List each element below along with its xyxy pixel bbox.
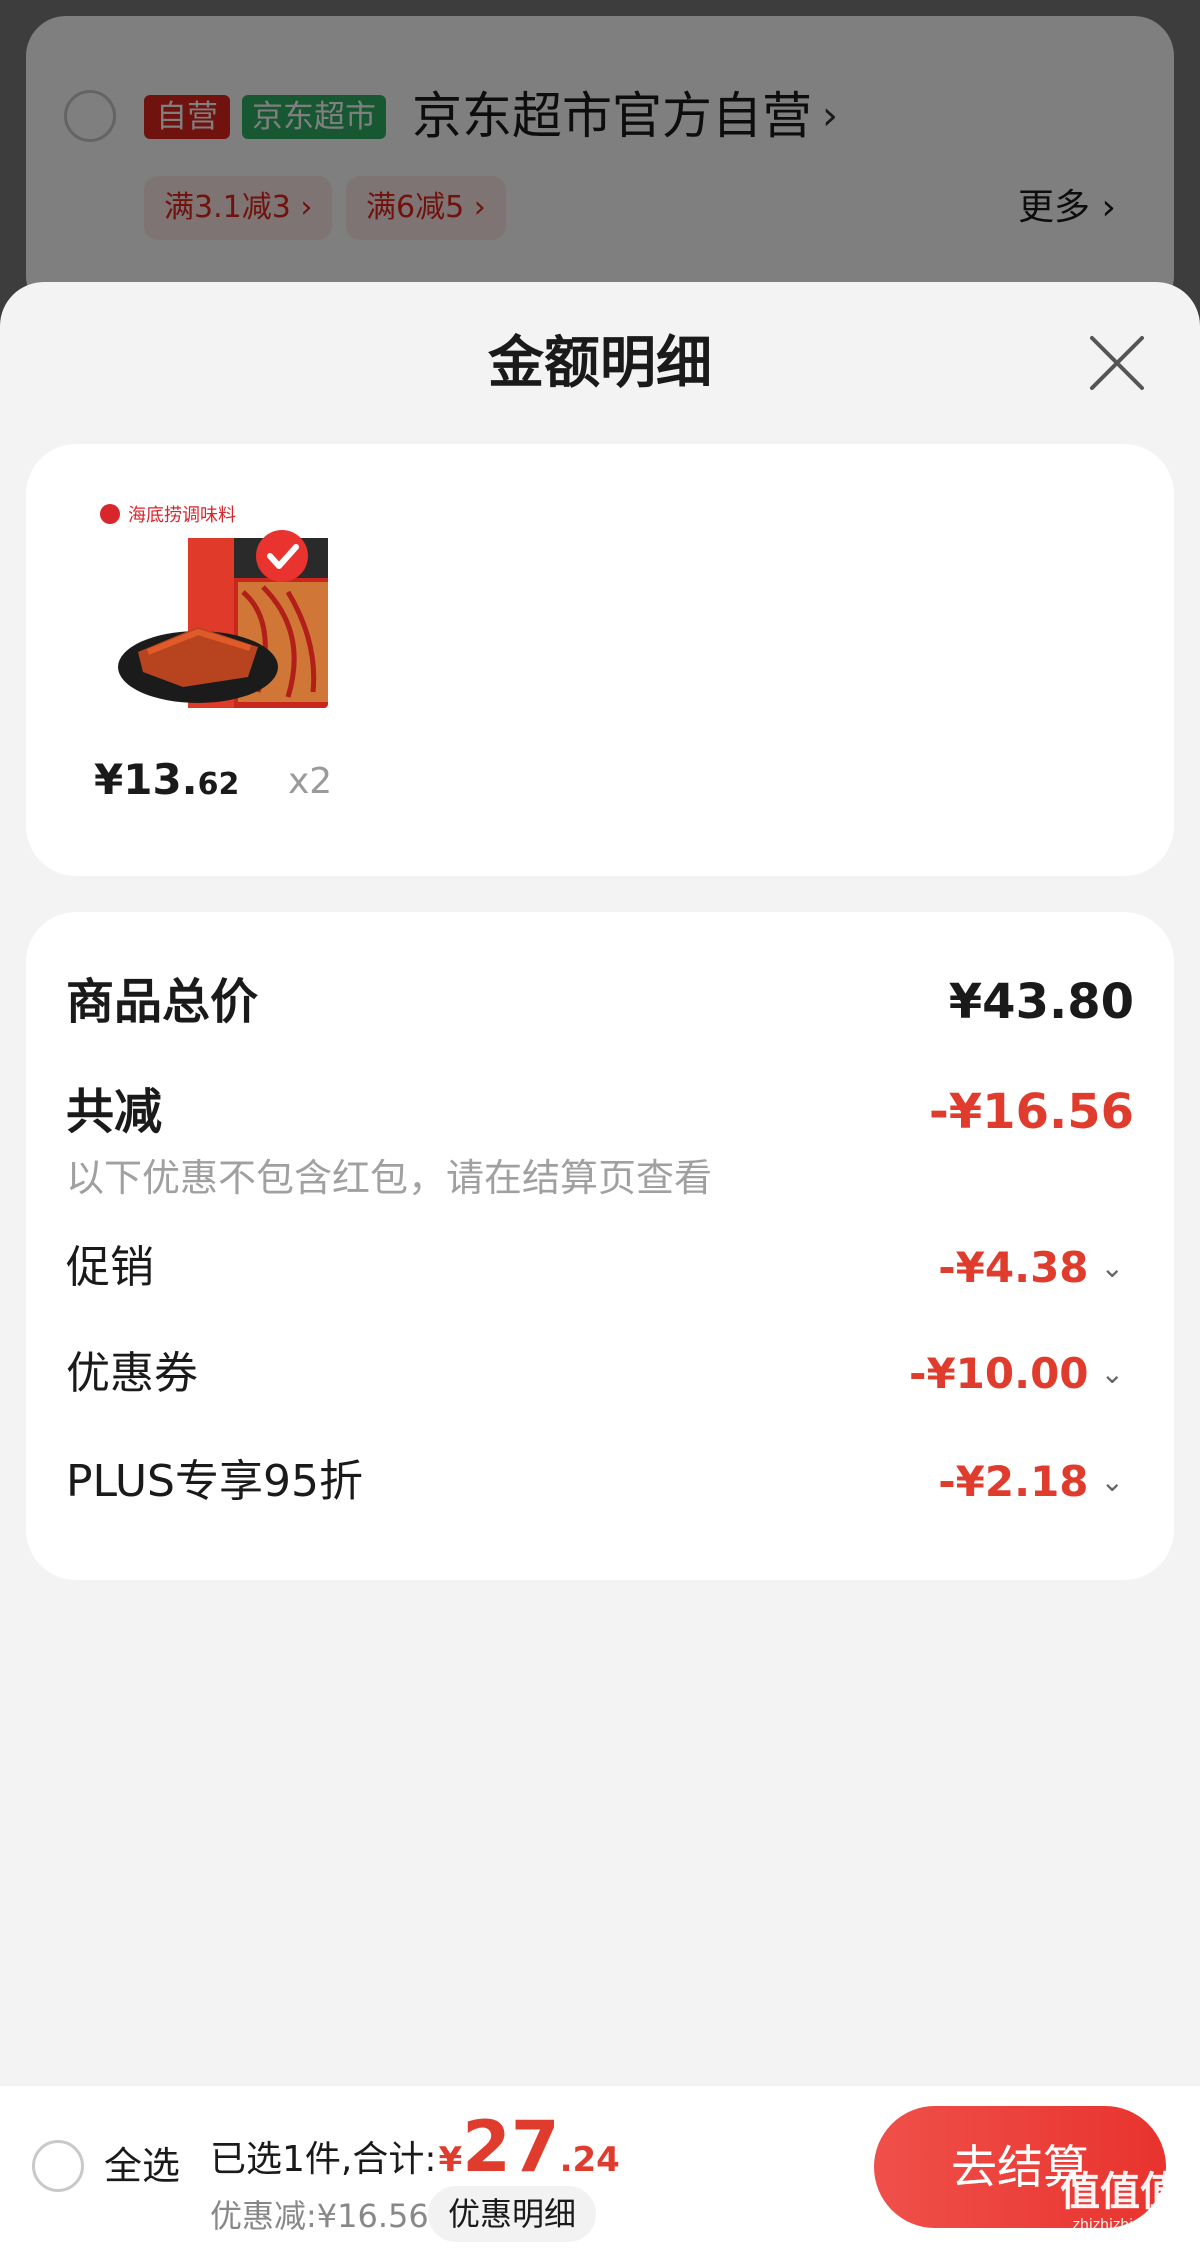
price-decimal: 62	[197, 767, 240, 802]
product-image-graphic: 海底捞调味料	[100, 504, 328, 708]
total-reduction-value: -¥16.56	[928, 1084, 1134, 1140]
product-quantity: x2	[288, 761, 333, 802]
selected-count-text: 已选1件,合计:	[210, 2139, 437, 2180]
discount-detail-button[interactable]: 优惠明细	[428, 2186, 597, 2242]
price-detail-card: 商品总价 ¥43.80 共减 -¥16.56 以下优惠不包含红包，请在结算页查看…	[26, 912, 1174, 1580]
total-currency: ¥	[438, 2140, 463, 2180]
site-watermark: 值值值 zhizhizhi.com	[1050, 2168, 1190, 2238]
page: 自营 京东超市 京东超市官方自营 › 满3.1减3 › 满6减5 › 更多 › …	[0, 0, 1200, 2248]
chevron-down-icon: ⌄	[1100, 1465, 1124, 1498]
chevron-down-icon: ⌄	[1100, 1251, 1124, 1284]
checkout-bar: 全选 已选1件,合计: ¥ 27 .24 优惠减:¥16.56 优惠明细 去结算	[0, 2086, 1200, 2248]
discount-value-plus: -¥2.18	[938, 1457, 1089, 1506]
select-all-label[interactable]: 全选	[104, 2140, 180, 2192]
discount-label-coupon: 优惠券	[66, 1348, 198, 1399]
discount-row-plus[interactable]: -¥2.18 ⌄	[938, 1452, 1124, 1512]
product-card: 海底捞调味料 ¥13.62 x2	[26, 444, 1174, 876]
reduction-note: 以下优惠不包含红包，请在结算页查看	[66, 1156, 713, 1200]
total-price-label: 商品总价	[66, 974, 259, 1030]
discount-row-coupon[interactable]: -¥10.00 ⌄	[909, 1344, 1124, 1404]
discount-summary: 优惠减:¥16.56	[210, 2197, 429, 2235]
brand-on-pack: 海底捞调味料	[128, 505, 236, 526]
discount-value-promotion: -¥4.38	[938, 1243, 1089, 1292]
discount-row-promotion[interactable]: -¥4.38 ⌄	[938, 1238, 1124, 1298]
total-decimal: .24	[559, 2140, 620, 2180]
watermark-text: 值值值	[1060, 2169, 1180, 2215]
chevron-down-icon: ⌄	[1100, 1357, 1124, 1390]
close-icon	[1090, 336, 1144, 390]
total-price-value: ¥43.80	[948, 974, 1134, 1030]
discount-value-coupon: -¥10.00	[909, 1349, 1089, 1398]
total-reduction-label: 共减	[66, 1084, 163, 1140]
discount-label-plus: PLUS专享95折	[66, 1456, 363, 1507]
close-button[interactable]	[1088, 334, 1146, 392]
amount-detail-sheet: 金额明细 海底捞调味料 ¥13.62 x2 商品总价 ¥43.80 共减 -¥1…	[0, 282, 1200, 2248]
select-all-radio[interactable]	[32, 2140, 84, 2192]
product-image[interactable]: 海底捞调味料	[88, 492, 338, 712]
selected-summary: 已选1件,合计: ¥ 27 .24	[210, 2106, 620, 2188]
discount-label-promotion: 促销	[66, 1242, 154, 1293]
product-price: ¥13.62	[94, 752, 239, 813]
total-integer: 27	[462, 2106, 560, 2188]
watermark-sub: zhizhizhi.com	[1072, 2217, 1168, 2233]
sheet-title: 金额明细	[488, 331, 712, 396]
price-main: ¥13.	[94, 755, 198, 804]
